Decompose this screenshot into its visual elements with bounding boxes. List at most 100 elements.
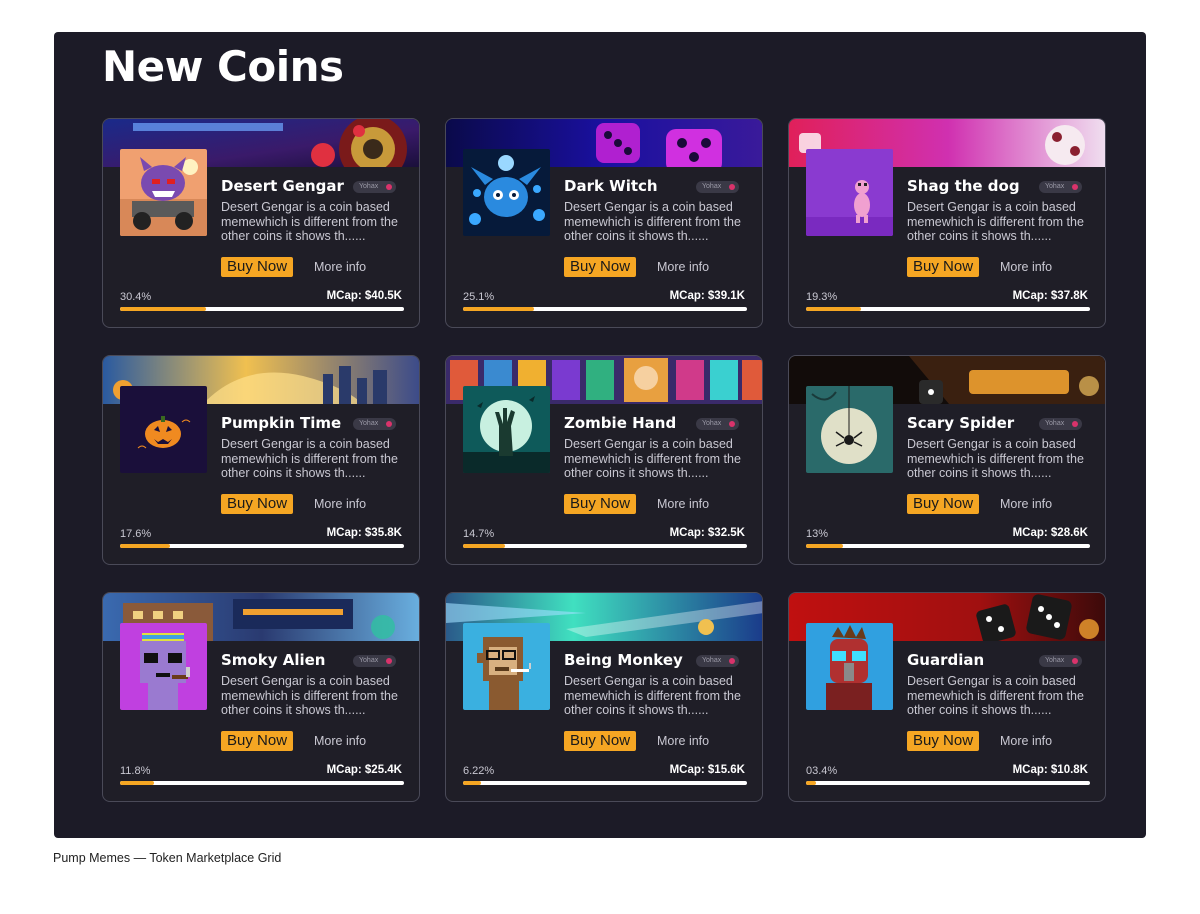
coin-card[interactable]: Scary Spider Yohax Desert Gengar is a co… [788,355,1106,565]
progress-percent: 14.7% [463,528,495,540]
more-info-link[interactable]: More info [314,496,366,512]
coin-description: Desert Gengar is a coin based memewhich … [907,200,1084,243]
coin-description: Desert Gengar is a coin based memewhich … [221,437,398,480]
progress-percent: 17.6% [120,528,152,540]
progress-fill [463,307,535,311]
pixel-monkey-icon [463,623,550,710]
creator-avatar-icon [729,421,735,427]
progress-percent: 30.4% [120,291,152,303]
coin-description: Desert Gengar is a coin based memewhich … [221,674,398,717]
coin-description: Desert Gengar is a coin based memewhich … [564,437,741,480]
coin-description: Desert Gengar is a coin based memewhich … [907,437,1084,480]
coin-name: Guardian [907,651,985,669]
coin-name: Dark Witch [564,177,658,195]
creator-avatar-icon [1072,184,1078,190]
creator-badge: Yohax [353,655,396,667]
coin-card[interactable]: Dark Witch Yohax Desert Gengar is a coin… [445,118,763,328]
creator-badge: Yohax [696,655,739,667]
buy-now-button[interactable]: Buy Now [564,494,637,514]
pink-dog-icon [806,149,893,236]
more-info-link[interactable]: More info [314,733,366,749]
zombie-hand-icon [463,386,550,473]
progress-fill [463,544,505,548]
creator-avatar-icon [386,421,392,427]
market-cap: MCap: $15.6K [669,764,745,776]
progress-bar [120,307,404,311]
progress-percent: 19.3% [806,291,838,303]
coin-card[interactable]: Shag the dog Yohax Desert Gengar is a co… [788,118,1106,328]
more-info-link[interactable]: More info [657,259,709,275]
more-info-link[interactable]: More info [657,733,709,749]
market-cap: MCap: $10.8K [1012,764,1088,776]
buy-now-button[interactable]: Buy Now [907,731,980,751]
buy-now-button[interactable]: Buy Now [221,731,294,751]
coin-card[interactable]: Smoky Alien Yohax Desert Gengar is a coi… [102,592,420,802]
coin-name: Shag the dog [907,177,1020,195]
more-info-link[interactable]: More info [1000,733,1052,749]
market-cap: MCap: $40.5K [326,290,402,302]
coin-card[interactable]: Desert Gengar Yohax Desert Gengar is a c… [102,118,420,328]
progress-fill [806,544,843,548]
market-cap: MCap: $39.1K [669,290,745,302]
coin-description: Desert Gengar is a coin based memewhich … [564,200,741,243]
coin-card[interactable]: Pumpkin Time Yohax Desert Gengar is a co… [102,355,420,565]
buy-now-button[interactable]: Buy Now [221,494,294,514]
more-info-link[interactable]: More info [1000,259,1052,275]
buy-now-button[interactable]: Buy Now [907,257,980,277]
progress-fill [806,307,861,311]
creator-avatar-icon [1072,658,1078,664]
market-cap: MCap: $35.8K [326,527,402,539]
progress-percent: 03.4% [806,765,838,777]
masked-hero-icon [806,623,893,710]
coin-name: Smoky Alien [221,651,326,669]
buy-now-button[interactable]: Buy Now [907,494,980,514]
coin-name: Pumpkin Time [221,414,342,432]
market-cap: MCap: $32.5K [669,527,745,539]
progress-bar [120,544,404,548]
buy-now-button[interactable]: Buy Now [564,731,637,751]
creator-avatar-icon [386,658,392,664]
progress-percent: 13% [806,528,829,540]
creator-badge: Yohax [1039,655,1082,667]
market-cap: MCap: $25.4K [326,764,402,776]
progress-bar [463,307,747,311]
coin-name: Scary Spider [907,414,1015,432]
progress-fill [120,781,154,785]
creator-avatar-icon [729,658,735,664]
progress-bar [806,307,1090,311]
coins-panel: New Coins Desert Gengar Yohax Desert Gen… [54,32,1146,838]
coin-description: Desert Gengar is a coin based memewhich … [221,200,398,243]
pumpkin-icon [120,386,207,473]
progress-bar [806,781,1090,785]
progress-fill [120,307,207,311]
more-info-link[interactable]: More info [314,259,366,275]
creator-badge: Yohax [353,181,396,193]
buy-now-button[interactable]: Buy Now [221,257,294,277]
progress-bar [463,544,747,548]
creator-badge: Yohax [696,418,739,430]
market-cap: MCap: $28.6K [1012,527,1088,539]
purple-ghost-on-cart-icon [120,149,207,236]
coin-card[interactable]: Guardian Yohax Desert Gengar is a coin b… [788,592,1106,802]
coin-card[interactable]: Zombie Hand Yohax Desert Gengar is a coi… [445,355,763,565]
progress-bar [120,781,404,785]
blue-creature-icon [463,149,550,236]
more-info-link[interactable]: More info [1000,496,1052,512]
buy-now-button[interactable]: Buy Now [564,257,637,277]
page-title: New Coins [102,42,344,91]
creator-badge: Yohax [696,181,739,193]
coin-name: Desert Gengar [221,177,344,195]
coin-card[interactable]: Being Monkey Yohax Desert Gengar is a co… [445,592,763,802]
market-cap: MCap: $37.8K [1012,290,1088,302]
coin-description: Desert Gengar is a coin based memewhich … [907,674,1084,717]
creator-avatar-icon [729,184,735,190]
coin-description: Desert Gengar is a coin based memewhich … [564,674,741,717]
progress-bar [806,544,1090,548]
progress-fill [806,781,816,785]
progress-percent: 25.1% [463,291,495,303]
coin-name: Being Monkey [564,651,683,669]
progress-percent: 11.8% [120,765,151,777]
coin-name: Zombie Hand [564,414,677,432]
more-info-link[interactable]: More info [657,496,709,512]
progress-percent: 6.22% [463,765,495,777]
